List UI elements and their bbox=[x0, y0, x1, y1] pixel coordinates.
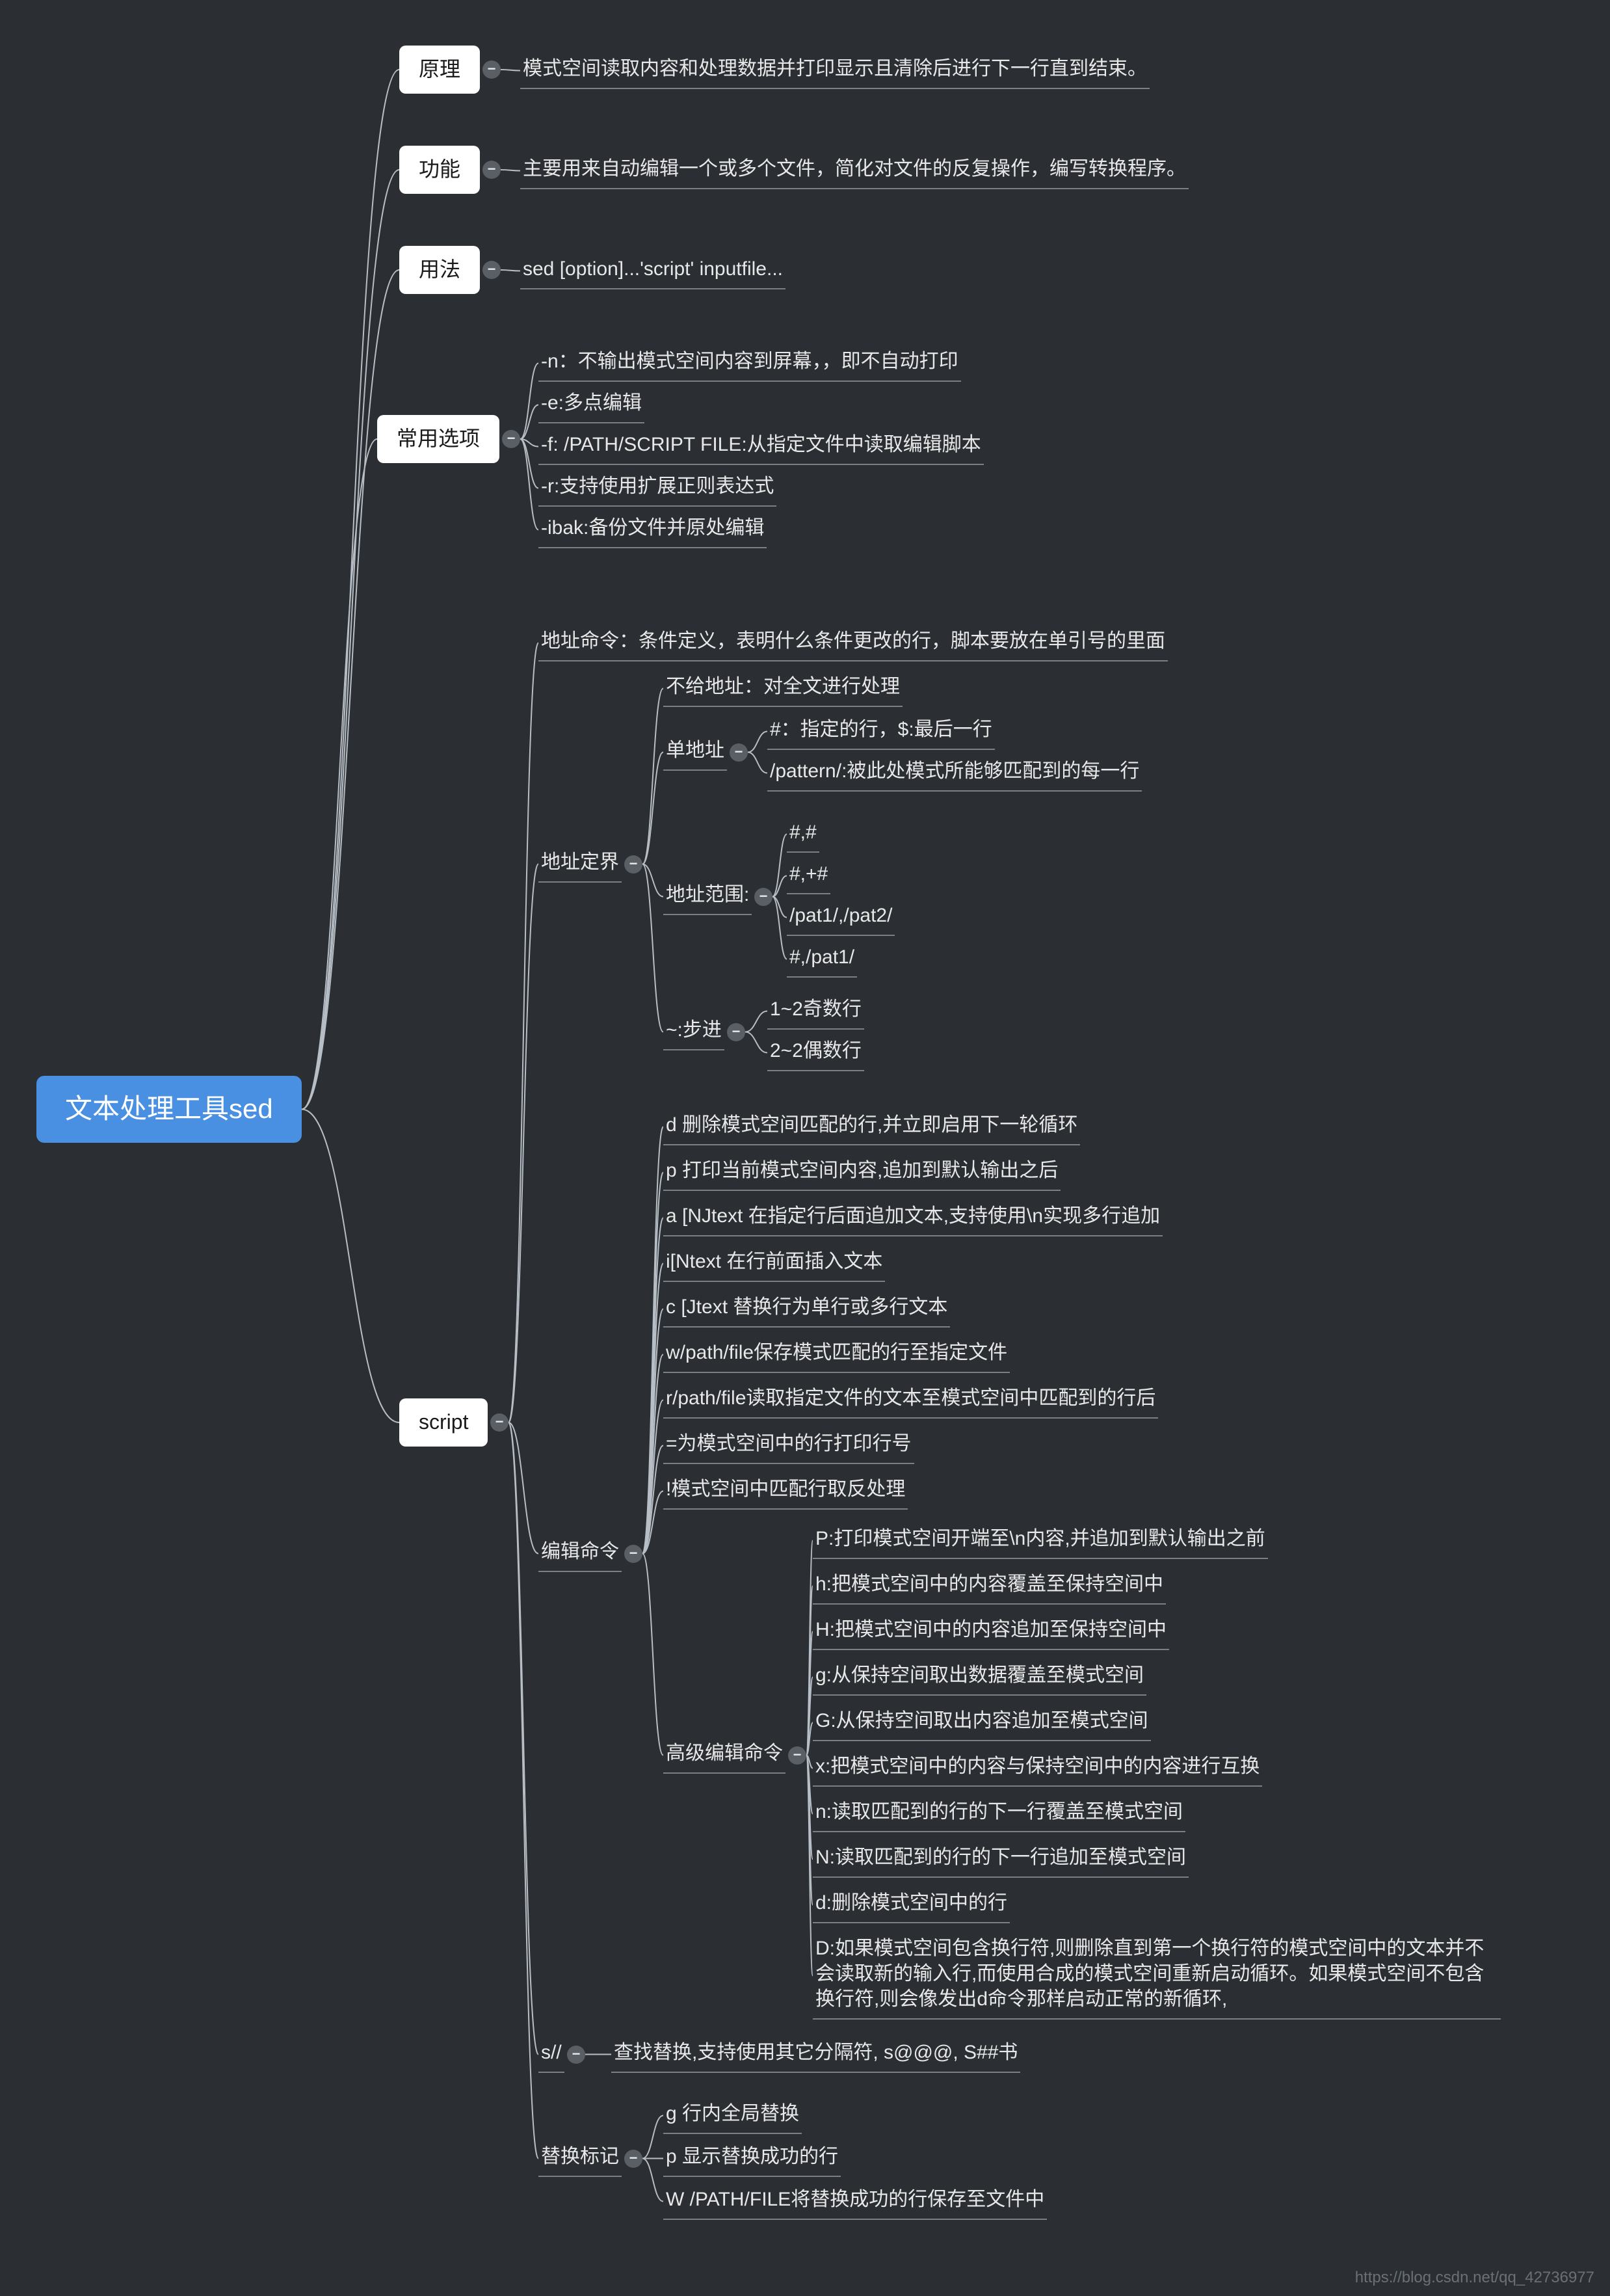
toggle-icon[interactable]: − bbox=[624, 1545, 642, 1563]
leaf-adv-9: D:如果模式空间包含换行符,则删除直到第一个换行符的模式空间中的文本并不会读取新… bbox=[813, 1932, 1501, 2020]
leaf-step-1: 2~2偶数行 bbox=[767, 1034, 864, 1071]
leaf-edit-0: d 删除模式空间匹配的行,并立即启用下一轮循环 bbox=[663, 1108, 1080, 1145]
leaf-opt-1: -e:多点编辑 bbox=[538, 386, 644, 423]
leaf-opt-0: -n：不输出模式空间内容到屏幕，，即不自动打印 bbox=[538, 345, 961, 382]
toggle-icon[interactable]: − bbox=[567, 2046, 585, 2064]
node-usage[interactable]: 用法 bbox=[399, 246, 480, 294]
leaf-range-2: /pat1/,/pat2/ bbox=[787, 899, 895, 936]
toggle-icon[interactable]: − bbox=[754, 888, 772, 906]
leaf-function-desc: 主要用来自动编辑一个或多个文件，简化对文件的反复操作，编写转换程序。 bbox=[520, 152, 1189, 189]
node-options[interactable]: 常用选项 bbox=[377, 415, 499, 463]
leaf-edit-6: r/path/file读取指定文件的文本至模式空间中匹配到的行后 bbox=[663, 1382, 1158, 1419]
toggle-icon[interactable]: − bbox=[482, 60, 501, 79]
leaf-principle-desc: 模式空间读取内容和处理数据并打印显示且清除后进行下一行直到结束。 bbox=[520, 52, 1150, 89]
leaf-single-addr[interactable]: 单地址 bbox=[663, 734, 727, 771]
leaf-range-addr[interactable]: 地址范围: bbox=[663, 878, 752, 915]
leaf-flags-0: g 行内全局替换 bbox=[663, 2097, 802, 2134]
leaf-adv-4: G:从保持空间取出内容追加至模式空间 bbox=[813, 1704, 1151, 1741]
watermark: https://blog.csdn.net/qq_42736977 bbox=[1355, 2269, 1594, 2287]
leaf-flags[interactable]: 替换标记 bbox=[538, 2140, 622, 2177]
leaf-usage-desc: sed [option]...'script' inputfile... bbox=[520, 252, 785, 289]
toggle-icon[interactable]: − bbox=[490, 1413, 508, 1432]
toggle-icon[interactable]: − bbox=[482, 261, 501, 279]
toggle-icon[interactable]: − bbox=[730, 743, 748, 762]
leaf-subst-desc: 查找替换,支持使用其它分隔符, s@@@, S##书 bbox=[611, 2036, 1020, 2073]
node-script[interactable]: script bbox=[399, 1398, 488, 1447]
toggle-icon[interactable]: − bbox=[482, 161, 501, 179]
leaf-edit-4: c [Jtext 替换行为单行或多行文本 bbox=[663, 1290, 950, 1328]
leaf-adv-0: P:打印模式空间开端至\n内容,并追加到默认输出之前 bbox=[813, 1522, 1268, 1559]
leaf-range-0: #,# bbox=[787, 816, 819, 853]
leaf-adv-1: h:把模式空间中的内容覆盖至保持空间中 bbox=[813, 1568, 1166, 1605]
leaf-single-1: /pattern/:被此处模式所能够匹配到的每一行 bbox=[767, 754, 1142, 792]
leaf-adv-5: x:把模式空间中的内容与保持空间中的内容进行互换 bbox=[813, 1750, 1262, 1787]
leaf-flags-1: p 显示替换成功的行 bbox=[663, 2140, 841, 2177]
leaf-range-1: #,+# bbox=[787, 857, 830, 894]
root-node[interactable]: 文本处理工具sed bbox=[36, 1076, 302, 1143]
leaf-edit-3: i[Ntext 在行前面插入文本 bbox=[663, 1245, 885, 1282]
leaf-step[interactable]: ~:步进 bbox=[663, 1013, 724, 1050]
toggle-icon[interactable]: − bbox=[502, 430, 520, 448]
leaf-adv-edit[interactable]: 高级编辑命令 bbox=[663, 1737, 785, 1774]
leaf-adv-7: N:读取匹配到的行的下一行追加至模式空间 bbox=[813, 1841, 1189, 1878]
node-function[interactable]: 功能 bbox=[399, 146, 480, 194]
toggle-icon[interactable]: − bbox=[624, 2150, 642, 2168]
toggle-icon[interactable]: − bbox=[788, 1746, 806, 1765]
leaf-edit-2: a [NJtext 在指定行后面追加文本,支持使用\n实现多行追加 bbox=[663, 1199, 1163, 1236]
leaf-edit-8: !模式空间中匹配行取反处理 bbox=[663, 1473, 908, 1510]
leaf-addr-cmd: 地址命令：条件定义，表明什么条件更改的行，脚本要放在单引号的里面 bbox=[538, 624, 1168, 661]
toggle-icon[interactable]: − bbox=[727, 1023, 745, 1041]
leaf-edit-cmd[interactable]: 编辑命令 bbox=[538, 1535, 622, 1572]
leaf-edit-5: w/path/file保存模式匹配的行至指定文件 bbox=[663, 1336, 1010, 1373]
leaf-subst[interactable]: s// bbox=[538, 2036, 564, 2073]
leaf-addr-bound[interactable]: 地址定界 bbox=[538, 846, 622, 883]
node-principle[interactable]: 原理 bbox=[399, 46, 480, 94]
leaf-single-0: #：指定的行，$:最后一行 bbox=[767, 713, 995, 750]
leaf-edit-7: =为模式空间中的行打印行号 bbox=[663, 1427, 914, 1464]
leaf-adv-8: d:删除模式空间中的行 bbox=[813, 1886, 1010, 1923]
leaf-adv-2: H:把模式空间中的内容追加至保持空间中 bbox=[813, 1613, 1169, 1650]
leaf-adv-6: n:读取匹配到的行的下一行覆盖至模式空间 bbox=[813, 1795, 1185, 1832]
leaf-opt-4: -ibak:备份文件并原处编辑 bbox=[538, 511, 767, 548]
leaf-step-0: 1~2奇数行 bbox=[767, 993, 864, 1030]
leaf-opt-2: -f: /PATH/SCRIPT FILE:从指定文件中读取编辑脚本 bbox=[538, 428, 984, 465]
leaf-edit-1: p 打印当前模式空间内容,追加到默认输出之后 bbox=[663, 1154, 1061, 1191]
leaf-no-addr: 不给地址：对全文进行处理 bbox=[663, 670, 903, 707]
leaf-flags-2: W /PATH/FILE将替换成功的行保存至文件中 bbox=[663, 2183, 1047, 2220]
leaf-opt-3: -r:支持使用扩展正则表达式 bbox=[538, 470, 776, 507]
toggle-icon[interactable]: − bbox=[624, 855, 642, 874]
leaf-adv-3: g:从保持空间取出数据覆盖至模式空间 bbox=[813, 1659, 1146, 1696]
leaf-range-3: #,/pat1/ bbox=[787, 941, 857, 978]
